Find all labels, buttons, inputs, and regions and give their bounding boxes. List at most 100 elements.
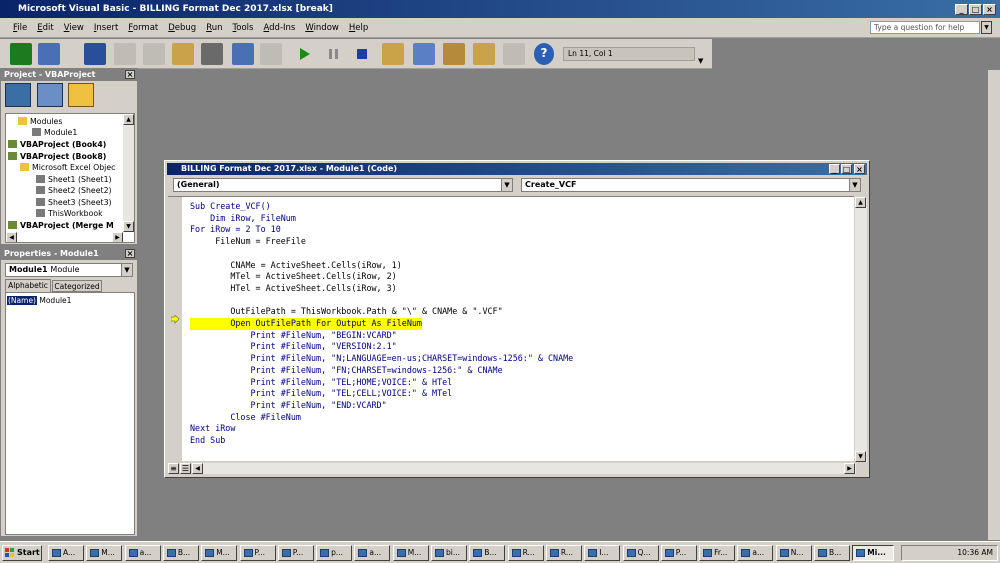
menu-debug[interactable]: Debug	[163, 18, 201, 38]
tree-item[interactable]: Module1	[32, 127, 77, 139]
view-code-icon[interactable]	[5, 83, 31, 107]
taskbar-button[interactable]: R...	[545, 545, 582, 561]
project-tree-scrollbar[interactable]	[123, 114, 134, 232]
chevron-down-icon[interactable]: ▼	[121, 264, 132, 276]
code-line[interactable]: Print #FileNum, "VERSION:2.1"	[190, 341, 397, 353]
current-execution-line[interactable]: Open OutFilePath For Output As FileNum	[190, 318, 422, 330]
taskbar-button[interactable]: M...	[201, 545, 238, 561]
code-minimize-button[interactable]: _	[829, 164, 840, 174]
menu-tools[interactable]: Tools	[228, 18, 259, 38]
taskbar-button[interactable]: Mi...	[852, 545, 895, 561]
find-icon[interactable]	[201, 43, 223, 65]
project-explorer-icon[interactable]	[413, 43, 435, 65]
code-line[interactable]: OutFilePath = ThisWorkbook.Path & "\" & …	[190, 306, 502, 318]
toggle-folders-icon[interactable]	[68, 83, 94, 107]
copy-icon[interactable]	[143, 43, 165, 65]
taskbar-button[interactable]: N...	[775, 545, 812, 561]
tree-item[interactable]: Microsoft Excel Objec	[20, 162, 115, 174]
code-restore-button[interactable]: □	[841, 164, 852, 174]
code-line[interactable]: CNAMe = ActiveSheet.Cells(iRow, 1)	[190, 260, 401, 272]
code-line[interactable]: For iRow = 2 To 10	[190, 224, 281, 236]
procedure-view-icon[interactable]: ≡	[168, 463, 179, 474]
mdi-scrollbar[interactable]	[988, 70, 1000, 540]
view-object-icon[interactable]	[37, 83, 63, 107]
design-mode-icon[interactable]	[382, 43, 404, 65]
code-line[interactable]: Print #FileNum, "N;LANGUAGE=en-us;CHARSE…	[190, 353, 574, 365]
code-line[interactable]: Print #FileNum, "TEL;HOME;VOICE:" & HTel	[190, 377, 453, 389]
menu-window[interactable]: Window	[300, 18, 344, 38]
code-line[interactable]: Print #FileNum, "FN;CHARSET=windows-1256…	[190, 365, 503, 377]
code-line[interactable]: Print #FileNum, "BEGIN:VCARD"	[190, 330, 397, 342]
chevron-down-icon[interactable]: ▼	[501, 179, 512, 191]
taskbar-button[interactable]: Fr...	[699, 545, 736, 561]
code-line[interactable]: End Sub	[190, 435, 225, 447]
taskbar-button[interactable]: a...	[124, 545, 161, 561]
tree-item[interactable]: ThisWorkbook	[36, 208, 103, 220]
code-scroll-left-icon[interactable]: ◀	[192, 463, 203, 474]
toolbar-options-icon[interactable]: ▼	[698, 57, 703, 65]
taskbar-button[interactable]: I...	[584, 545, 621, 561]
project-close-icon[interactable]: ×	[125, 70, 135, 79]
help-icon[interactable]: ?	[534, 43, 554, 65]
object-browser-icon[interactable]	[473, 43, 495, 65]
tree-item[interactable]: Sheet2 (Sheet2)	[36, 185, 112, 197]
help-dropdown-arrow-icon[interactable]: ▼	[981, 21, 992, 34]
scroll-up-icon[interactable]: ▲	[123, 114, 134, 125]
taskbar-button[interactable]: P...	[277, 545, 314, 561]
minimize-button[interactable]: _	[955, 4, 968, 15]
tree-item[interactable]: VBAProject (Book4)	[8, 139, 106, 151]
taskbar-button[interactable]: bi...	[431, 545, 467, 561]
code-horizontal-scrollbar[interactable]	[192, 463, 856, 474]
code-line[interactable]: Next iRow	[190, 423, 235, 435]
code-line[interactable]: Sub Create_VCF()	[190, 201, 271, 213]
code-line[interactable]: FileNum = FreeFile	[190, 236, 306, 248]
scroll-right-icon[interactable]: ▶	[112, 232, 123, 242]
scroll-left-icon[interactable]: ◀	[6, 232, 17, 242]
excel-view-icon[interactable]	[10, 43, 32, 65]
procedure-select[interactable]: Create_VCF ▼	[521, 178, 861, 192]
menu-file[interactable]: File	[8, 18, 32, 38]
code-line[interactable]: Print #FileNum, "END:VCARD"	[190, 400, 387, 412]
toolbox-icon[interactable]	[503, 43, 525, 65]
save-icon[interactable]	[84, 43, 106, 65]
object-select[interactable]: (General) ▼	[173, 178, 513, 192]
code-line[interactable]: Close #FileNum	[190, 412, 301, 424]
menu-insert[interactable]: Insert	[89, 18, 123, 38]
restore-button[interactable]: □	[969, 4, 982, 15]
menu-help[interactable]: Help	[344, 18, 373, 38]
code-line[interactable]: Dim iRow, FileNum	[190, 213, 296, 225]
menu-view[interactable]: View	[59, 18, 89, 38]
taskbar-button[interactable]: p...	[316, 545, 353, 561]
property-row[interactable]: (Name) Module1	[7, 295, 71, 306]
full-module-view-icon[interactable]: ☰	[180, 463, 191, 474]
code-scroll-right-icon[interactable]: ▶	[844, 463, 855, 474]
code-editor[interactable]: Sub Create_VCF() Dim iRow, FileNum For iR…	[182, 196, 854, 461]
taskbar-button[interactable]: R...	[507, 545, 544, 561]
code-margin[interactable]	[168, 196, 182, 461]
run-icon[interactable]	[297, 43, 313, 65]
menu-format[interactable]: Format	[123, 18, 163, 38]
code-line[interactable]: HTel = ActiveSheet.Cells(iRow, 3)	[190, 283, 396, 295]
tab-alphabetic[interactable]: Alphabetic	[5, 279, 51, 292]
cut-icon[interactable]	[114, 43, 136, 65]
taskbar-button[interactable]: B...	[162, 545, 199, 561]
paste-icon[interactable]	[172, 43, 194, 65]
tree-item[interactable]: VBAProject (Merge M	[8, 220, 114, 232]
reset-icon[interactable]	[354, 43, 370, 65]
redo-icon[interactable]	[260, 43, 282, 65]
taskbar-button[interactable]: A...	[48, 545, 84, 561]
menu-addins[interactable]: Add-Ins	[258, 18, 300, 38]
code-line[interactable]: Print #FileNum, "TEL;CELL;VOICE:" & MTel	[190, 388, 453, 400]
code-scroll-down-icon[interactable]: ▼	[855, 451, 866, 462]
code-vertical-scrollbar[interactable]	[855, 197, 867, 462]
break-icon[interactable]	[326, 43, 342, 65]
taskbar-button[interactable]: Q...	[622, 545, 659, 561]
taskbar-button[interactable]: M...	[392, 545, 429, 561]
taskbar-button[interactable]: M...	[86, 545, 123, 561]
taskbar-button[interactable]: B...	[469, 545, 506, 561]
close-button[interactable]: ×	[983, 4, 996, 15]
code-line[interactable]: MTel = ActiveSheet.Cells(iRow, 2)	[190, 271, 396, 283]
undo-icon[interactable]	[232, 43, 254, 65]
menu-edit[interactable]: Edit	[32, 18, 58, 38]
taskbar-button[interactable]: P...	[239, 545, 276, 561]
